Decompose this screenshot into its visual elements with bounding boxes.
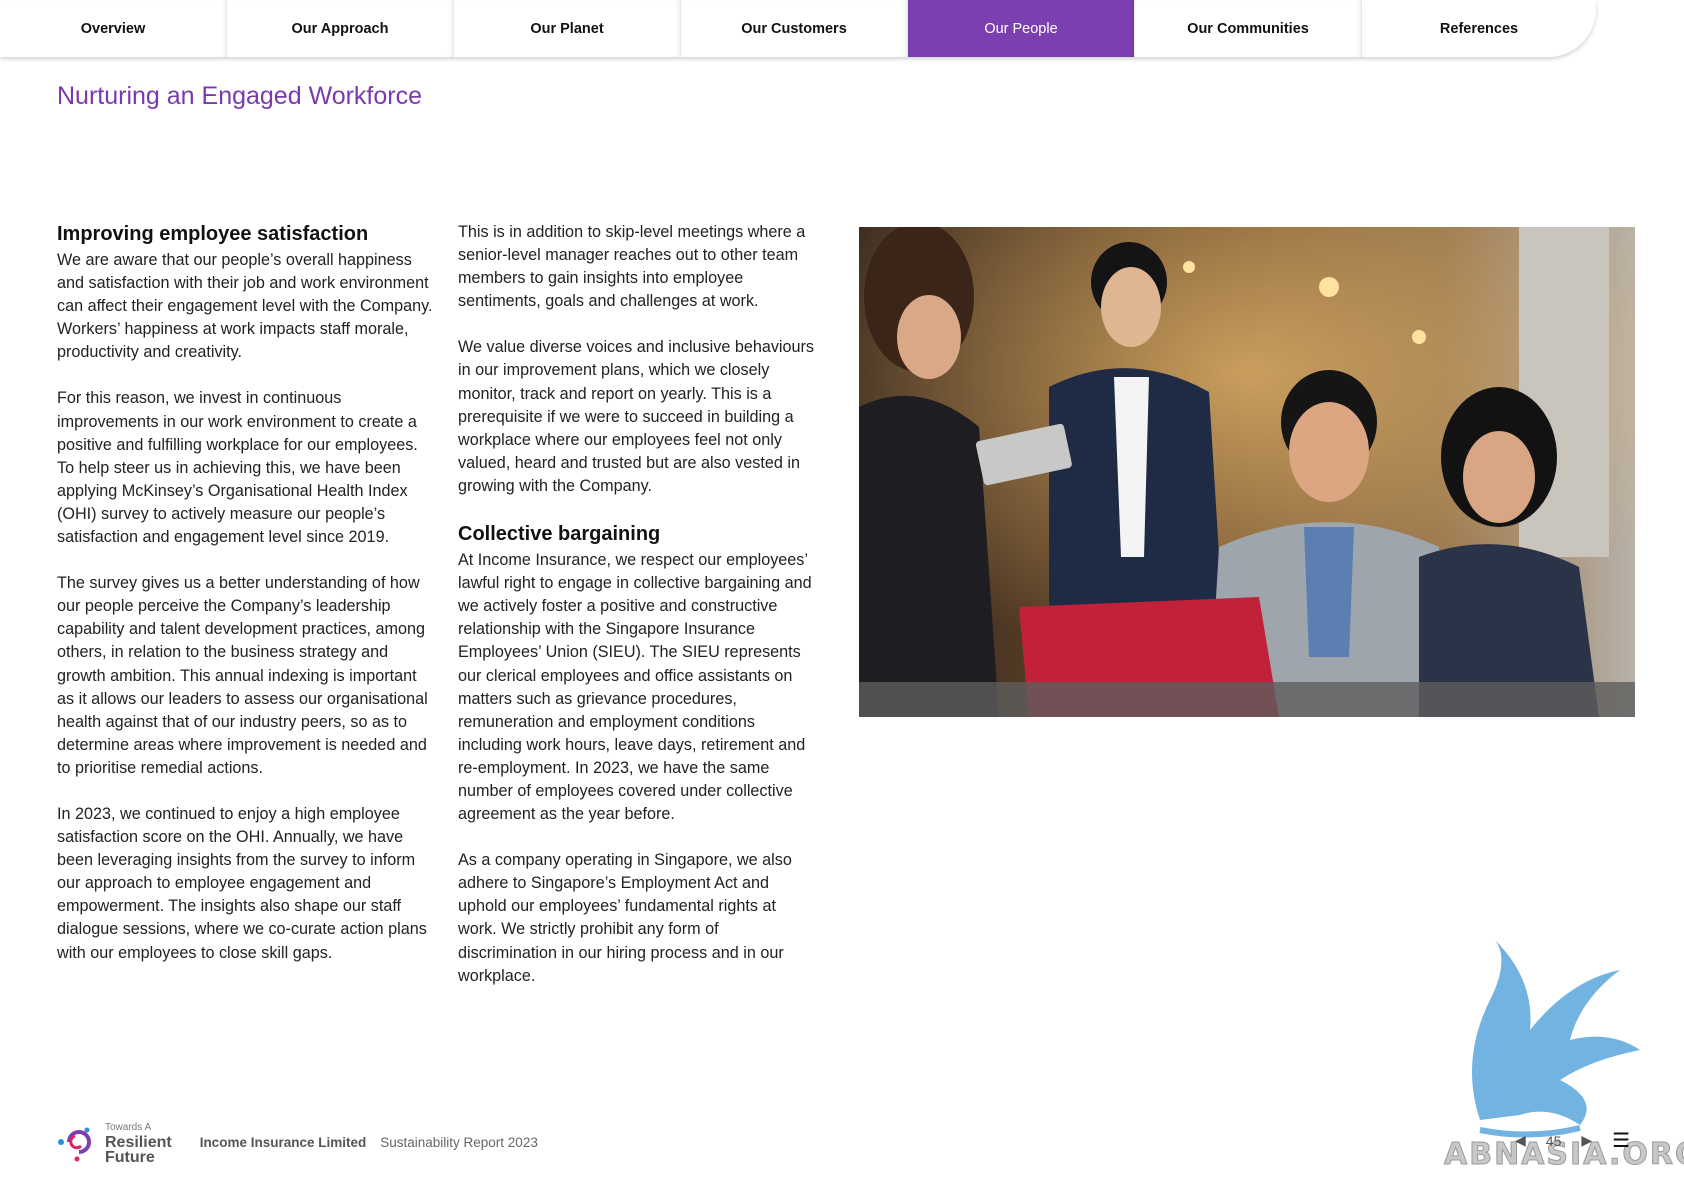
tab-overview[interactable]: Overview — [0, 0, 227, 57]
tab-our-people[interactable]: Our People — [908, 0, 1135, 57]
logo-tagline-line1: Resilient — [105, 1133, 172, 1151]
team-photo — [859, 227, 1635, 717]
paragraph: For this reason, we invest in continuous… — [57, 389, 418, 547]
tab-our-communities[interactable]: Our Communities — [1135, 0, 1362, 57]
report-name: Sustainability Report 2023 — [380, 1134, 538, 1150]
company-name: Income Insurance Limited — [199, 1134, 367, 1150]
tab-our-customers[interactable]: Our Customers — [681, 0, 908, 57]
page-number: 45 — [1545, 1132, 1562, 1149]
company-logo: Towards A Resilient Future — [57, 1120, 172, 1165]
paragraph: As a company operating in Singapore, we … — [458, 851, 792, 985]
logo-swirl-icon — [58, 1127, 91, 1162]
logo-tagline-line2: Future — [105, 1148, 155, 1166]
footer: Towards A Resilient Future Income Insura… — [57, 1120, 757, 1165]
prev-arrow-icon[interactable]: ◀ — [1515, 1132, 1526, 1149]
paragraph: The survey gives us a better understandi… — [57, 574, 428, 777]
paragraph: At Income Insurance, we respect our empl… — [458, 551, 812, 824]
page-navigation: ◀ 45 ▶ ☰ — [1505, 1128, 1640, 1153]
section-heading-employee-satisfaction: Improving employee satisfaction — [57, 223, 369, 245]
logo-tagline-small: Towards A — [105, 1121, 152, 1133]
paragraph: We are aware that our people’s overall h… — [57, 251, 433, 362]
tab-our-approach[interactable]: Our Approach — [227, 0, 454, 57]
top-navigation: Overview Our Approach Our Planet Our Cus… — [0, 0, 1596, 57]
tab-references[interactable]: References — [1362, 0, 1596, 57]
tab-our-planet[interactable]: Our Planet — [454, 0, 681, 57]
page-title: Nurturing an Engaged Workforce — [57, 82, 423, 110]
paragraph: This is in addition to skip-level meetin… — [458, 223, 806, 311]
next-arrow-icon[interactable]: ▶ — [1581, 1132, 1592, 1149]
text-column-left: Improving employee satisfaction We are a… — [57, 221, 435, 988]
menu-icon[interactable]: ☰ — [1612, 1128, 1630, 1153]
paragraph: We value diverse voices and inclusive be… — [458, 338, 815, 495]
paragraph: In 2023, we continued to enjoy a high em… — [57, 804, 427, 962]
text-column-middle: This is in addition to skip-level meetin… — [458, 221, 816, 1011]
section-heading-collective-bargaining: Collective bargaining — [458, 523, 661, 546]
